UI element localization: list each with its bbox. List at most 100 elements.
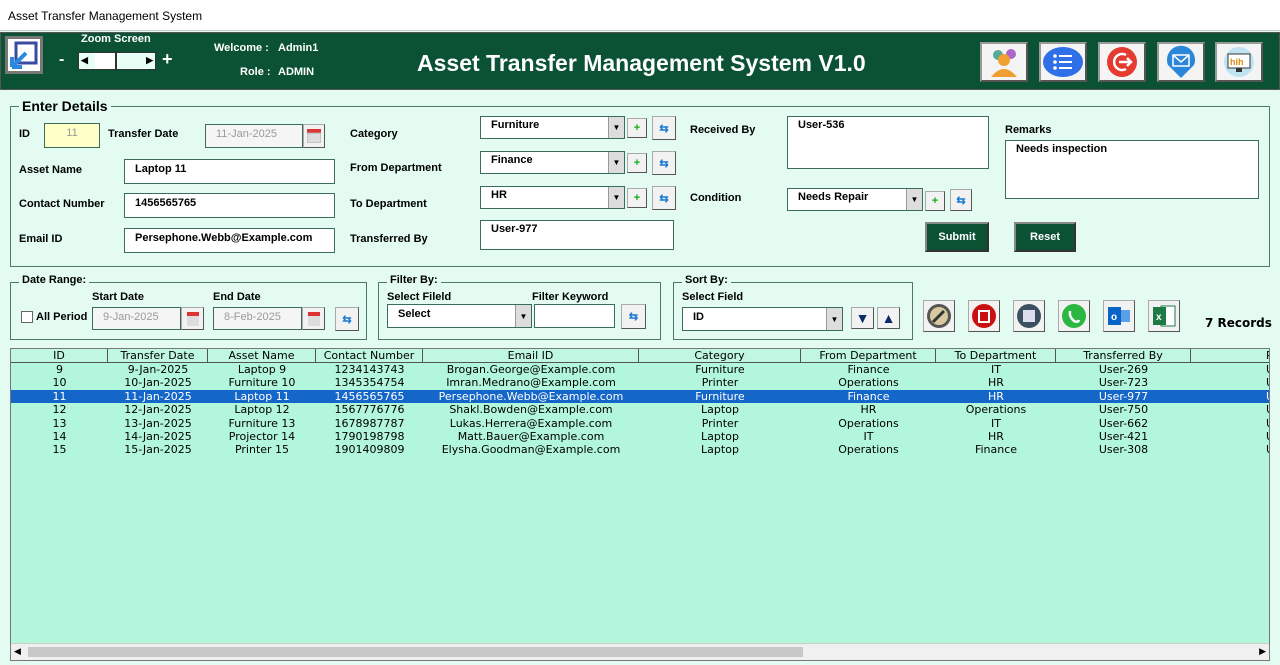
refresh-from-department-button[interactable]: ⇆ xyxy=(652,151,676,175)
contact-number-field[interactable]: 1456565765 xyxy=(124,193,335,218)
scrollbar-thumb[interactable] xyxy=(28,647,803,657)
cell-received-by: Us xyxy=(1191,390,1269,403)
table-row[interactable]: 14 14-Jan-2025 Projector 14 1790198798 Matt.… xyxy=(11,430,1270,443)
cell-transfer-date: 10-Jan-2025 xyxy=(124,376,192,390)
cell-to-department: Operations xyxy=(965,403,1027,417)
received-by-field[interactable]: User-536 xyxy=(787,116,989,169)
horizontal-scrollbar[interactable]: ◀ ▶ xyxy=(11,643,1269,660)
column-header-contact-number[interactable]: Contact Number xyxy=(316,349,423,362)
asset-name-field[interactable]: Laptop 11 xyxy=(124,159,335,184)
category-dropdown[interactable]: Furniture ▼ xyxy=(480,116,625,139)
sort-field-dropdown[interactable]: ID ▼ xyxy=(682,307,843,331)
filter-field-label: Select Fileld xyxy=(387,291,452,303)
column-header-transfer-date[interactable]: Transfer Date xyxy=(108,349,208,362)
from-department-dropdown[interactable]: Finance ▼ xyxy=(480,151,625,174)
start-date-field[interactable]: 9-Jan-2025 xyxy=(92,307,181,330)
monitor-button[interactable]: hih xyxy=(1215,42,1263,82)
refresh-category-button[interactable]: ⇆ xyxy=(652,116,676,140)
reset-button[interactable]: Reset xyxy=(1014,222,1076,252)
cell-category: Laptop xyxy=(701,403,739,417)
logout-button[interactable] xyxy=(1098,42,1146,82)
all-period-checkbox[interactable] xyxy=(21,311,33,323)
monitor-icon: hih xyxy=(1224,47,1254,77)
add-to-department-button[interactable]: + xyxy=(627,188,647,208)
table-row[interactable]: 13 13-Jan-2025 Furniture 13 1678987787 Lukas… xyxy=(11,417,1270,430)
scroll-left-icon[interactable]: ◀ xyxy=(14,646,21,657)
welcome-label: Welcome : xyxy=(214,42,269,54)
outlook-button[interactable]: o xyxy=(1103,300,1135,332)
cell-email: Lukas.Herrera@Example.com xyxy=(449,416,613,430)
column-header-id[interactable]: ID xyxy=(11,349,108,362)
cell-to-department: IT xyxy=(991,363,1001,376)
table-header: ID Transfer Date Asset Name Contact Number E… xyxy=(11,349,1269,363)
sort-descending-button[interactable]: ▼ xyxy=(851,307,874,329)
excel-button[interactable]: x xyxy=(1148,300,1180,332)
refresh-to-department-button[interactable]: ⇆ xyxy=(652,186,676,210)
column-header-transferred-by[interactable]: Transferred By xyxy=(1056,349,1191,362)
filter-field-dropdown[interactable]: Select ▼ xyxy=(387,304,532,328)
cell-transferred-by: User-421 xyxy=(1098,430,1149,443)
cell-contact-number: 1678987787 xyxy=(334,416,405,430)
add-condition-button[interactable]: + xyxy=(925,191,945,211)
add-category-button[interactable]: + xyxy=(627,118,647,138)
table-row[interactable]: 11 11-Jan-2025 Laptop 11 1456565765 Persepho… xyxy=(11,389,1269,404)
cell-id: 10 xyxy=(52,376,67,390)
transfers-table[interactable]: ID Transfer Date Asset Name Contact Number E… xyxy=(10,348,1270,661)
column-header-received-by[interactable]: Rec xyxy=(1191,349,1269,362)
cell-email: Elysha.Goodman@Example.com xyxy=(441,443,621,457)
cell-contact-number: 1790198798 xyxy=(334,430,405,443)
condition-value: Needs Repair xyxy=(798,191,869,203)
sort-ascending-button[interactable]: ▲ xyxy=(877,307,900,329)
end-date-calendar-button[interactable] xyxy=(302,307,325,330)
whatsapp-button[interactable] xyxy=(1058,300,1090,332)
restore-window-button[interactable] xyxy=(5,36,43,74)
refresh-filter-button[interactable]: ⇆ xyxy=(621,304,646,329)
zoom-in-button[interactable]: + xyxy=(162,49,173,70)
users-button[interactable] xyxy=(980,42,1028,82)
start-date-calendar-button[interactable] xyxy=(181,307,204,330)
add-from-department-button[interactable]: + xyxy=(627,153,647,173)
email-field[interactable]: Persephone.Webb@Example.com xyxy=(124,228,335,253)
transfer-date-calendar-button[interactable] xyxy=(303,124,325,148)
cell-asset-name: Laptop 9 xyxy=(237,363,287,376)
refresh-date-range-button[interactable]: ⇆ xyxy=(335,307,359,331)
zoom-slider[interactable]: ◀ ▶ xyxy=(78,52,156,70)
mail-button[interactable] xyxy=(1157,42,1205,82)
all-period-label: All Period xyxy=(36,311,88,323)
delete-button[interactable] xyxy=(968,300,1000,332)
transfer-date-field[interactable]: 11-Jan-2025 xyxy=(205,124,303,148)
role-label: Role : xyxy=(240,66,271,78)
zoom-out-button[interactable]: - xyxy=(59,51,64,69)
cell-received-by: Us xyxy=(1191,403,1269,416)
filter-keyword-input[interactable] xyxy=(534,304,615,328)
transferred-by-field[interactable]: User-977 xyxy=(480,220,674,250)
submit-button[interactable]: Submit xyxy=(925,222,989,252)
list-button[interactable] xyxy=(1039,42,1087,82)
cell-transferred-by: User-308 xyxy=(1098,443,1149,457)
id-field[interactable]: 11 xyxy=(44,123,100,148)
column-header-category[interactable]: Category xyxy=(639,349,801,362)
asset-name-label: Asset Name xyxy=(19,164,82,176)
condition-dropdown[interactable]: Needs Repair ▼ xyxy=(787,188,923,211)
remarks-field[interactable]: Needs inspection xyxy=(1005,140,1259,199)
print-button[interactable] xyxy=(1013,300,1045,332)
cell-asset-name: Laptop 11 xyxy=(234,389,290,403)
column-header-from-department[interactable]: From Department xyxy=(801,349,936,362)
to-department-dropdown[interactable]: HR ▼ xyxy=(480,186,625,209)
end-date-field[interactable]: 8-Feb-2025 xyxy=(213,307,302,330)
column-header-asset-name[interactable]: Asset Name xyxy=(208,349,316,362)
refresh-icon: ⇆ xyxy=(956,194,966,207)
edit-button[interactable] xyxy=(923,300,955,332)
table-row[interactable]: 9 9-Jan-2025 Laptop 9 1234143743 Brogan.Geor… xyxy=(11,363,1269,376)
cell-id: 14 xyxy=(52,430,67,443)
scroll-right-icon[interactable]: ▶ xyxy=(1259,646,1266,657)
table-row[interactable]: 10 10-Jan-2025 Furniture 10 1345354754 Imran… xyxy=(11,376,1270,389)
refresh-condition-button[interactable]: ⇆ xyxy=(950,189,972,211)
column-header-email[interactable]: Email ID xyxy=(423,349,639,362)
cell-contact-number: 1234143743 xyxy=(334,363,405,376)
column-header-to-department[interactable]: To Department xyxy=(936,349,1056,362)
zoom-slider-thumb[interactable] xyxy=(95,53,117,69)
table-row[interactable]: 12 12-Jan-2025 Laptop 12 1567776776 Shakl.Bo… xyxy=(11,403,1270,416)
table-row[interactable]: 15 15-Jan-2025 Printer 15 1901409809 Elysha.… xyxy=(11,443,1270,456)
users-settings-icon xyxy=(991,49,1017,77)
